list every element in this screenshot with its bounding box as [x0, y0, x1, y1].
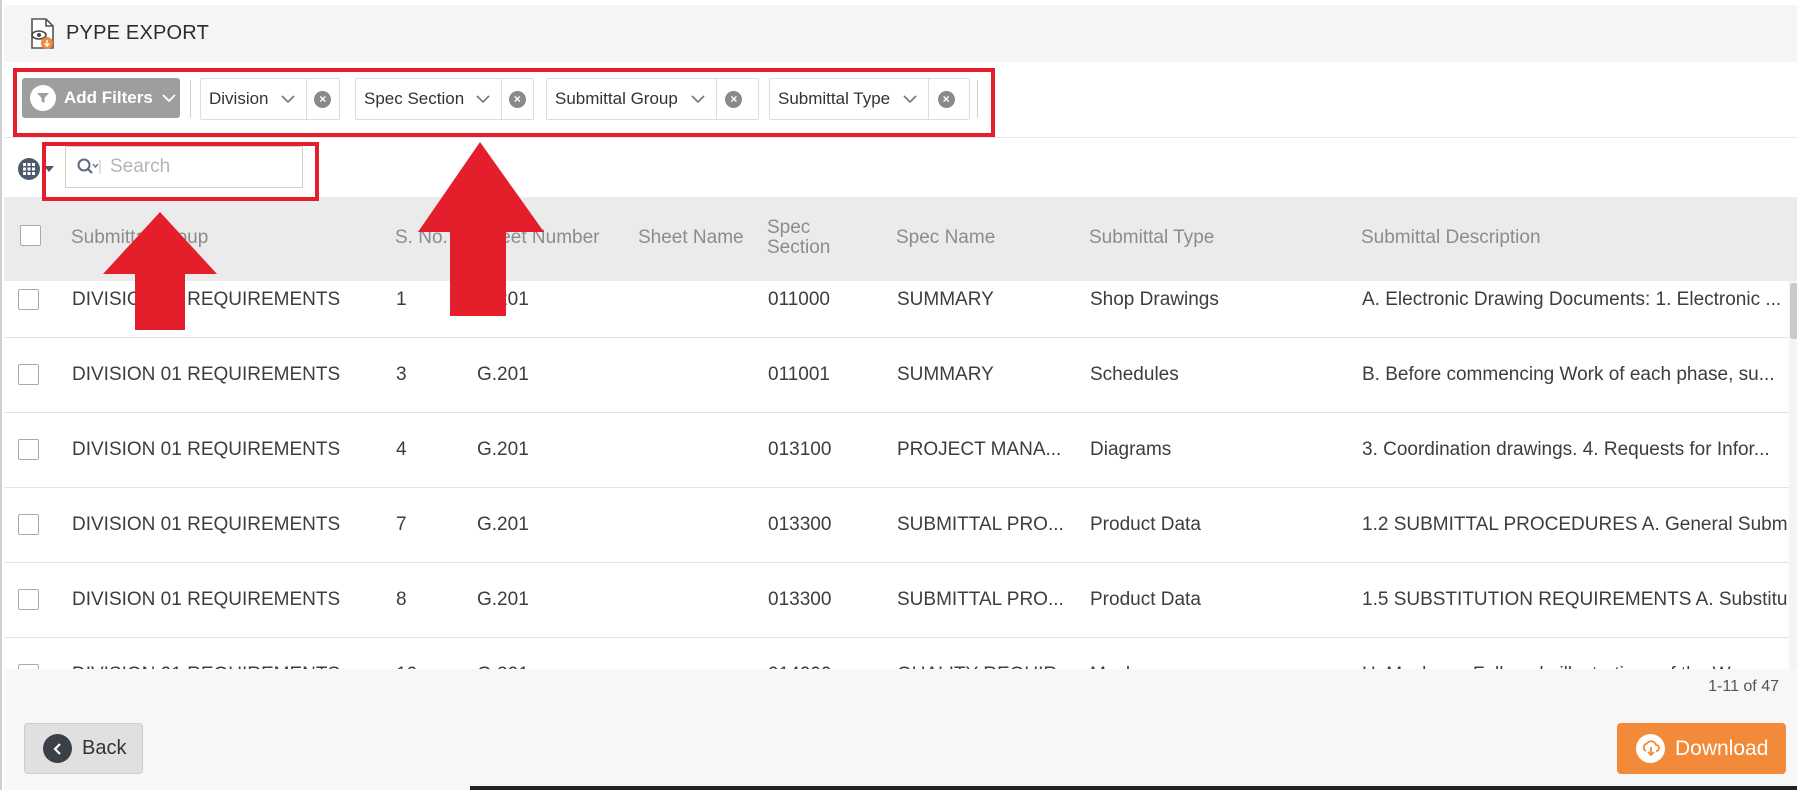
- cell-spec-name: PROJECT MANA...: [897, 439, 1062, 460]
- cell-s-no: 8: [396, 589, 407, 610]
- row-checkbox[interactable]: [18, 514, 39, 535]
- table-row[interactable]: DIVISION 01 REQUIREMENTS 10 G.201 014000…: [4, 638, 1794, 669]
- footer-bar: Back Download: [4, 707, 1797, 790]
- row-checkbox[interactable]: [18, 364, 39, 385]
- cell-spec-section: 013300: [768, 514, 832, 535]
- cell-spec-section: 011000: [768, 289, 830, 310]
- row-checkbox[interactable]: [18, 589, 39, 610]
- page-title: PYPE EXPORT: [66, 22, 209, 44]
- table-scrollbar[interactable]: [1789, 281, 1797, 669]
- export-document-icon: [31, 17, 54, 49]
- cell-sheet-name: [638, 488, 748, 562]
- cell-spec-name: SUBMITTAL PRO...: [897, 514, 1064, 535]
- cell-sheet-name: [638, 638, 748, 669]
- cell-submittal-type: Product Data: [1090, 514, 1201, 535]
- cell-sheet-number: G.201: [477, 439, 529, 460]
- cell-submittal-group: DIVISION 01 REQUIREMENTS: [72, 514, 341, 535]
- cell-submittal-description: H. Mockups: Full-scale illustrations of …: [1362, 638, 1787, 669]
- column-header-submittal-type[interactable]: Submittal Type: [1089, 228, 1214, 248]
- filter-highlight-box: [13, 68, 995, 137]
- cell-sheet-number: G.201: [477, 589, 529, 610]
- chevron-left-icon: [43, 734, 72, 763]
- red-arrow-up-icon: [418, 142, 544, 316]
- column-header-submittal-description[interactable]: Submittal Description: [1361, 228, 1541, 248]
- cell-submittal-group: DIVISION 01 REQUIREMENTS: [72, 638, 372, 669]
- cell-submittal-type: Diagrams: [1090, 439, 1172, 460]
- cell-submittal-group: DIVISION 01 REQUIREMENTS: [72, 439, 341, 460]
- cell-sheet-name: [638, 338, 748, 412]
- cell-spec-section: 013300: [768, 589, 832, 610]
- grid-icon: [18, 158, 40, 180]
- cell-submittal-type: Shop Drawings: [1090, 289, 1219, 310]
- cell-s-no: 4: [396, 439, 407, 460]
- pagination-bar: 1-11 of 47: [4, 669, 1797, 708]
- cell-submittal-group: DIVISION 01 REQUIREMENTS: [72, 364, 341, 385]
- cell-submittal-description: 1.2 SUBMITTAL PROCEDURES A. General Subm…: [1362, 514, 1787, 535]
- cell-spec-section: 013100: [768, 439, 832, 460]
- cell-submittal-description: 1.5 SUBSTITUTION REQUIREMENTS A. Substit…: [1362, 589, 1787, 610]
- table-row[interactable]: DIVISION 01 REQUIREMENTS 1 G.201 011000 …: [4, 281, 1794, 338]
- cell-spec-name: SUMMARY: [897, 364, 994, 385]
- row-checkbox[interactable]: [18, 289, 39, 310]
- divider: [470, 786, 1797, 790]
- column-header-spec-name[interactable]: Spec Name: [896, 228, 995, 248]
- cell-spec-section: 014000: [768, 638, 878, 669]
- pagination-text: 1-11 of 47: [1708, 678, 1779, 695]
- cell-sheet-number: G.201: [477, 364, 529, 385]
- cell-submittal-type: Product Data: [1090, 589, 1201, 610]
- download-button[interactable]: Download: [1617, 723, 1786, 774]
- cell-submittal-group: DIVISION 01 REQUIREMENTS: [72, 589, 341, 610]
- red-arrow-up-icon: [103, 212, 217, 330]
- cell-sheet-name: [638, 413, 748, 487]
- column-header-sheet-name[interactable]: Sheet Name: [638, 228, 744, 248]
- cell-spec-section: 011001: [768, 364, 830, 385]
- table-row[interactable]: DIVISION 01 REQUIREMENTS 8 G.201 013300 …: [4, 563, 1794, 638]
- app-window: PYPE EXPORT Add Filters Division × Spec …: [0, 0, 1797, 790]
- scrollbar-thumb[interactable]: [1790, 283, 1797, 339]
- table-header: Submittal Group S. No. Sheet Number Shee…: [4, 197, 1797, 281]
- cell-submittal-description: A. Electronic Drawing Documents: 1. Elec…: [1362, 289, 1782, 310]
- cell-submittal-description: B. Before commencing Work of each phase,…: [1362, 364, 1775, 385]
- search-highlight-box: [42, 142, 319, 201]
- cell-sheet-number: G.201: [477, 514, 529, 535]
- cell-spec-name: SUBMITTAL PRO...: [897, 589, 1064, 610]
- table-row[interactable]: DIVISION 01 REQUIREMENTS 4 G.201 013100 …: [4, 413, 1794, 488]
- cell-s-no: 7: [396, 514, 407, 535]
- column-header-spec-section[interactable]: Spec Section: [767, 218, 847, 258]
- back-label: Back: [82, 737, 127, 759]
- title-bar: PYPE EXPORT: [4, 5, 1797, 63]
- table-row[interactable]: DIVISION 01 REQUIREMENTS 7 G.201 013300 …: [4, 488, 1794, 563]
- cell-s-no: 10: [396, 638, 456, 669]
- cell-submittal-description: 3. Coordination drawings. 4. Requests fo…: [1362, 439, 1770, 460]
- download-label: Download: [1675, 736, 1769, 760]
- table-body: DIVISION 01 REQUIREMENTS 1 G.201 011000 …: [4, 281, 1797, 669]
- back-button[interactable]: Back: [24, 723, 143, 774]
- cell-spec-name: SUMMARY: [897, 289, 994, 310]
- cell-submittal-type: Mockups: [1090, 638, 1340, 669]
- download-icon: [1636, 734, 1665, 763]
- select-all-checkbox[interactable]: [20, 225, 41, 246]
- cell-sheet-name: [638, 281, 748, 337]
- row-checkbox[interactable]: [18, 439, 39, 460]
- cell-sheet-name: [638, 563, 748, 637]
- cell-submittal-type: Schedules: [1090, 364, 1179, 385]
- cell-spec-name: QUALITY REQUIR...: [897, 638, 1077, 669]
- cell-sheet-number: G.201: [477, 638, 617, 669]
- table-row[interactable]: DIVISION 01 REQUIREMENTS 3 G.201 011001 …: [4, 338, 1794, 413]
- cell-s-no: 3: [396, 364, 407, 385]
